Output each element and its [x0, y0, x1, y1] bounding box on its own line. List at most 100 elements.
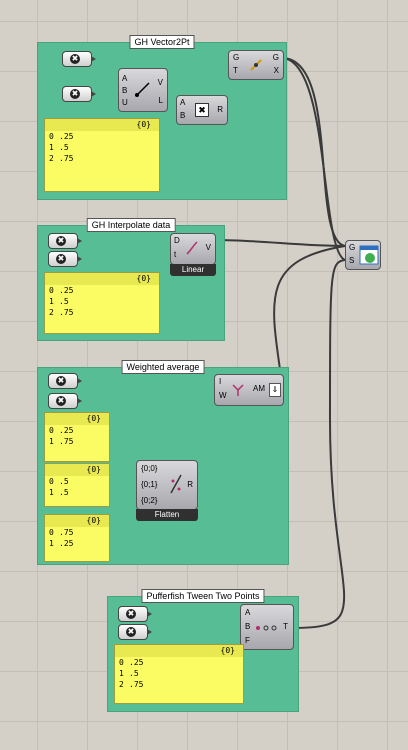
- x-point-icon: ✖: [126, 609, 136, 619]
- output-grip: [147, 611, 152, 617]
- x-point-icon: ✖: [56, 254, 66, 264]
- custom-preview-component[interactable]: G S: [345, 240, 381, 270]
- point-param-b[interactable]: ✖: [48, 393, 82, 409]
- vector2pt-component[interactable]: A B U V L: [118, 68, 168, 112]
- output-r[interactable]: R: [187, 481, 193, 489]
- tween-component[interactable]: A B F T: [240, 604, 294, 650]
- input-b[interactable]: B: [122, 87, 127, 95]
- multiply-component[interactable]: A B R ✖: [176, 95, 228, 125]
- output-am[interactable]: AM: [253, 385, 265, 393]
- panel-row: 2.75: [49, 308, 74, 317]
- tween-icon: [256, 625, 277, 631]
- panel-weights-1[interactable]: {0} 0.25 1.75: [44, 412, 110, 462]
- panel-weights-2[interactable]: {0} 0.5 1.5: [44, 463, 110, 507]
- output-grip: [77, 398, 82, 404]
- panel-params-2[interactable]: {0} 0.25 1.5 2.75: [44, 272, 160, 334]
- input-a[interactable]: A: [245, 609, 250, 617]
- output-grip: [77, 378, 82, 384]
- point-param-b[interactable]: ✖: [62, 86, 96, 102]
- wire: [291, 259, 346, 629]
- output-grip: [77, 238, 82, 244]
- point-param-b[interactable]: ✖: [118, 624, 152, 640]
- panel-row: 2.75: [49, 154, 74, 163]
- point-param-a[interactable]: ✖: [48, 233, 82, 249]
- flatten-component[interactable]: {0;0} {0;1} {0;2} R Flatten: [136, 460, 198, 521]
- input-u[interactable]: U: [122, 99, 128, 107]
- input-s[interactable]: S: [349, 257, 354, 265]
- panel-row: 0.25: [119, 658, 144, 667]
- x-point-icon: ✖: [56, 236, 66, 246]
- output-x[interactable]: X: [274, 67, 279, 75]
- panel-header: {0}: [45, 515, 109, 527]
- input-branch-1[interactable]: {0;1}: [141, 481, 157, 489]
- average-component[interactable]: I W AM ⇓: [214, 374, 284, 406]
- input-g[interactable]: G: [233, 54, 239, 62]
- panel-header: {0}: [45, 119, 159, 131]
- panel-row: 1.5: [49, 143, 69, 152]
- output-grip: [91, 56, 96, 62]
- point-param-a[interactable]: ✖: [118, 606, 152, 622]
- output-grip: [77, 256, 82, 262]
- move-component[interactable]: G T G X: [228, 50, 284, 80]
- panel-params-1[interactable]: {0} 0.25 1.5 2.75: [44, 118, 160, 192]
- panel-row: 0.25: [49, 286, 74, 295]
- panel-row: 1.5: [49, 488, 69, 497]
- vector-icon: [135, 82, 150, 97]
- panel-row: 1.5: [49, 297, 69, 306]
- panel-weights-3[interactable]: {0} 0.75 1.25: [44, 514, 110, 562]
- download-icon[interactable]: ⇓: [269, 383, 281, 397]
- input-t[interactable]: t: [174, 251, 176, 259]
- input-b[interactable]: B: [245, 623, 250, 631]
- x-point-icon: ✖: [70, 54, 80, 64]
- group-title: Pufferfish Tween Two Points: [141, 589, 265, 603]
- x-point-icon: ✖: [56, 396, 66, 406]
- panel-row: 1.5: [119, 669, 139, 678]
- input-a[interactable]: A: [122, 75, 127, 83]
- wire: [213, 239, 346, 247]
- input-t[interactable]: T: [233, 67, 238, 75]
- input-g[interactable]: G: [349, 244, 355, 252]
- output-l[interactable]: L: [159, 97, 163, 105]
- point-param-a[interactable]: ✖: [48, 373, 82, 389]
- panel-header: {0}: [45, 464, 109, 476]
- panel-row: 1.75: [49, 437, 74, 446]
- input-d[interactable]: D: [174, 237, 180, 245]
- panel-row: 0.5: [49, 477, 69, 486]
- panel-row: 2.75: [119, 680, 144, 689]
- x-point-icon: ✖: [70, 89, 80, 99]
- wire: [281, 57, 346, 261]
- group-title: GH Interpolate data: [86, 218, 176, 232]
- output-v[interactable]: V: [158, 79, 163, 87]
- output-v[interactable]: V: [206, 244, 211, 252]
- input-b[interactable]: B: [180, 112, 185, 120]
- panel-header: {0}: [115, 645, 243, 657]
- panel-params-tween[interactable]: {0} 0.25 1.5 2.75: [114, 644, 244, 704]
- input-i[interactable]: I: [219, 378, 221, 386]
- panel-header: {0}: [45, 273, 159, 285]
- group-title: GH Vector2Pt: [129, 35, 195, 49]
- panel-row: 1.25: [49, 539, 74, 548]
- point-param-a[interactable]: ✖: [62, 51, 96, 67]
- input-f[interactable]: F: [245, 637, 250, 645]
- interpolate-component[interactable]: D t V Linear: [170, 233, 216, 276]
- point-param-b[interactable]: ✖: [48, 251, 82, 267]
- output-grip: [147, 629, 152, 635]
- input-a[interactable]: A: [180, 99, 185, 107]
- input-branch-0[interactable]: {0;0}: [141, 465, 157, 473]
- panel-row: 0.25: [49, 426, 74, 435]
- move-icon: [250, 59, 262, 71]
- input-branch-2[interactable]: {0;2}: [141, 497, 157, 505]
- interpolate-icon: [186, 241, 198, 255]
- output-r[interactable]: R: [217, 106, 223, 114]
- multiply-icon: ✖: [195, 103, 209, 117]
- average-icon: [232, 384, 244, 396]
- output-grip: [91, 91, 96, 97]
- flatten-icon: [170, 474, 182, 494]
- component-caption: Flatten: [136, 509, 198, 521]
- input-w[interactable]: W: [219, 392, 227, 400]
- output-t[interactable]: T: [283, 623, 288, 631]
- output-g[interactable]: G: [273, 54, 279, 62]
- x-point-icon: ✖: [56, 376, 66, 386]
- panel-row: 0.25: [49, 132, 74, 141]
- panel-row: 0.75: [49, 528, 74, 537]
